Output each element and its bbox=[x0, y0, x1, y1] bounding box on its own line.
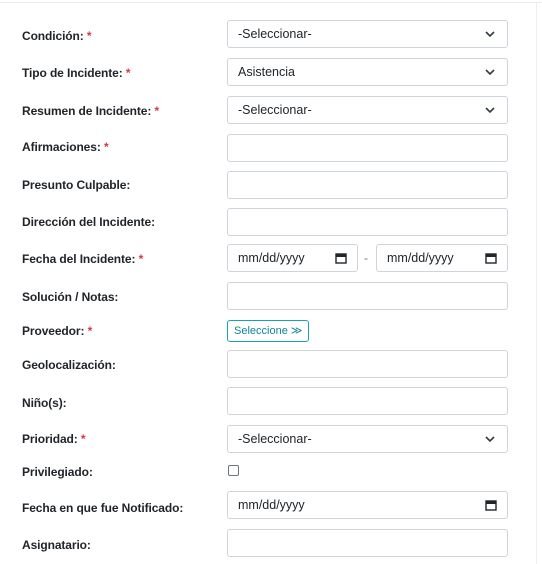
prioridad-select[interactable]: -Seleccionar- bbox=[227, 425, 508, 453]
resumen-select[interactable]: -Seleccionar- bbox=[227, 96, 508, 124]
incident-form: Condición: * -Seleccionar- Tipo de Incid… bbox=[0, 0, 542, 564]
calendar-icon[interactable] bbox=[485, 499, 497, 511]
required-marker: * bbox=[80, 432, 86, 446]
solucion-input[interactable] bbox=[227, 282, 508, 310]
calendar-icon[interactable] bbox=[335, 252, 347, 264]
afirmaciones-label: Afirmaciones: * bbox=[22, 140, 109, 154]
fecha-hasta-placeholder: mm/dd/yyyy bbox=[387, 251, 454, 265]
fecha-desde-input[interactable]: mm/dd/yyyy bbox=[227, 244, 358, 272]
geo-label: Geolocalización: bbox=[22, 358, 116, 372]
calendar-icon[interactable] bbox=[485, 252, 497, 264]
solucion-label: Solución / Notas: bbox=[22, 290, 119, 304]
geo-input[interactable] bbox=[227, 350, 508, 378]
required-marker: * bbox=[154, 104, 160, 118]
proveedor-label: Proveedor: * bbox=[22, 324, 93, 338]
notificado-label: Fecha en que fue Notificado: bbox=[22, 501, 184, 515]
presunto-label: Presunto Culpable: bbox=[22, 178, 131, 192]
required-marker: * bbox=[125, 66, 131, 80]
date-range-separator: - bbox=[364, 251, 368, 265]
fecha-desde-placeholder: mm/dd/yyyy bbox=[238, 251, 305, 265]
tipo-label: Tipo de Incidente: * bbox=[22, 66, 131, 80]
condicion-label: Condición: * bbox=[22, 29, 92, 43]
notificado-placeholder: mm/dd/yyyy bbox=[238, 498, 305, 512]
presunto-input[interactable] bbox=[227, 171, 508, 199]
prioridad-label: Prioridad: * bbox=[22, 432, 86, 446]
chevron-down-icon bbox=[485, 31, 495, 38]
direccion-label: Dirección del Incidente: bbox=[22, 215, 155, 229]
tipo-value: Asistencia bbox=[238, 65, 295, 79]
condicion-value: -Seleccionar- bbox=[238, 27, 312, 41]
prioridad-value: -Seleccionar- bbox=[238, 432, 312, 446]
privilegiado-checkbox[interactable] bbox=[228, 465, 239, 476]
fecha-label: Fecha del Incidente: * bbox=[22, 252, 144, 266]
fecha-hasta-input[interactable]: mm/dd/yyyy bbox=[376, 244, 508, 272]
proveedor-select-button[interactable]: Seleccione ≫ bbox=[227, 320, 310, 342]
chevron-down-icon bbox=[485, 436, 495, 443]
chevron-down-icon bbox=[485, 107, 495, 114]
privilegiado-label: Privilegiado: bbox=[22, 465, 93, 479]
tipo-select[interactable]: Asistencia bbox=[227, 58, 508, 86]
required-marker: * bbox=[87, 324, 93, 338]
chevron-down-icon bbox=[485, 69, 495, 76]
required-marker: * bbox=[138, 252, 144, 266]
notificado-date-input[interactable]: mm/dd/yyyy bbox=[227, 491, 508, 519]
direccion-input[interactable] bbox=[227, 208, 508, 236]
afirmaciones-input[interactable] bbox=[227, 134, 508, 162]
right-divider bbox=[536, 2, 537, 564]
asignatario-label: Asignatario: bbox=[22, 538, 91, 552]
required-marker: * bbox=[86, 29, 92, 43]
resumen-label: Resumen de Incidente: * bbox=[22, 104, 160, 118]
required-marker: * bbox=[103, 140, 109, 154]
ninos-label: Niño(s): bbox=[22, 396, 67, 410]
asignatario-input[interactable] bbox=[227, 529, 508, 557]
ninos-input[interactable] bbox=[227, 387, 508, 415]
top-divider bbox=[0, 2, 542, 3]
condicion-select[interactable]: -Seleccionar- bbox=[227, 20, 508, 48]
resumen-value: -Seleccionar- bbox=[238, 103, 312, 117]
